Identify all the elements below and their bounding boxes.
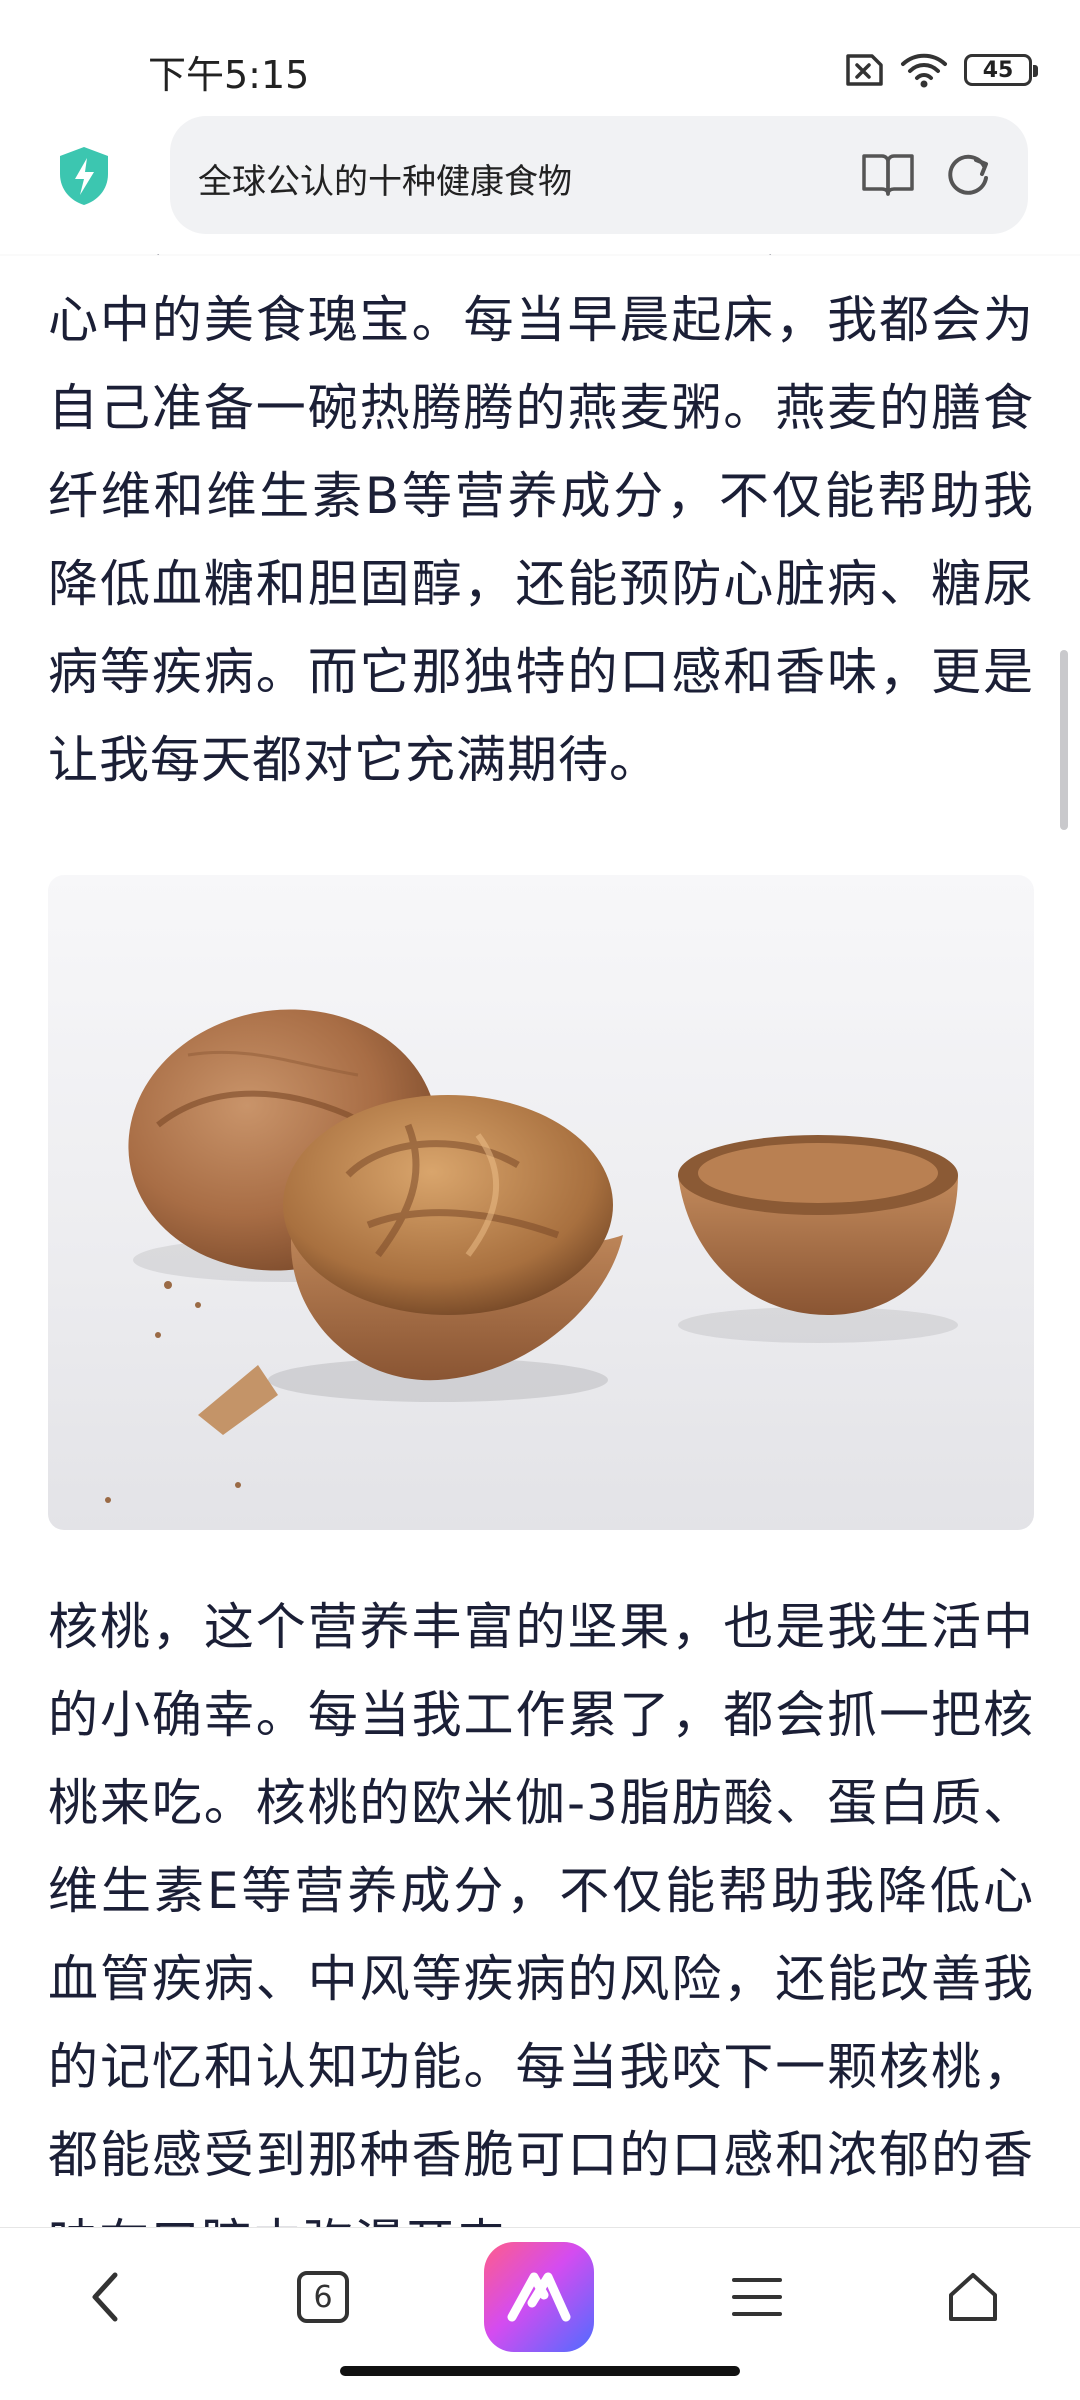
wifi-icon (901, 53, 947, 88)
refresh-icon[interactable] (940, 146, 996, 202)
no-sim-icon (846, 54, 883, 86)
walnut-photo (48, 875, 1034, 1530)
browser-screen: 燕麦，这个低糖、高纤维的谷物，也是我 心中的美食瑰宝。每当早晨起床，我都会为自己… (0, 0, 1080, 2400)
ai-assistant-button[interactable] (484, 2242, 594, 2352)
back-arrow-icon (92, 2272, 118, 2322)
book-icon[interactable] (860, 146, 916, 202)
ai-assistant-icon (484, 2242, 594, 2352)
page-title[interactable]: 全球公认的十种健康食物 (198, 154, 572, 203)
status-time: 下午5:15 (148, 53, 310, 97)
battery-indicator: 45 (964, 54, 1038, 86)
scrollbar-thumb[interactable] (1060, 650, 1068, 830)
shield-bolt-icon[interactable] (56, 144, 112, 208)
tab-count: 6 (297, 2271, 349, 2323)
back-button[interactable] (50, 2242, 160, 2352)
tabs-button[interactable]: 6 (268, 2242, 378, 2352)
home-button[interactable] (918, 2242, 1028, 2352)
browser-top-bar: 全球公认的十种健康食物 (0, 112, 1080, 254)
paragraph-oats: 燕麦，这个低糖、高纤维的谷物，也是我 心中的美食瑰宝。每当早晨起床，我都会为自己… (48, 188, 1034, 804)
home-icon (949, 2273, 997, 2321)
gesture-bar[interactable] (340, 2366, 740, 2376)
oats-text: 心中的美食瑰宝。每当早晨起床，我都会为自己准备一碗热腾腾的燕麦粥。燕麦的膳食纤维… (48, 291, 1034, 789)
status-bar: 下午5:15 45 (0, 0, 1080, 115)
paragraph-walnut: 核桃，这个营养丰富的坚果，也是我生活中的小确幸。每当我工作累了，都会抓一把核桃来… (48, 1598, 1034, 2272)
walnut-illustration (105, 1009, 958, 1503)
hamburger-menu-icon (732, 2278, 782, 2316)
status-icons: 45 (842, 48, 1038, 92)
address-bar[interactable]: 全球公认的十种健康食物 (170, 116, 1028, 234)
menu-button[interactable] (702, 2242, 812, 2352)
ai-logo-mark (507, 2272, 571, 2322)
